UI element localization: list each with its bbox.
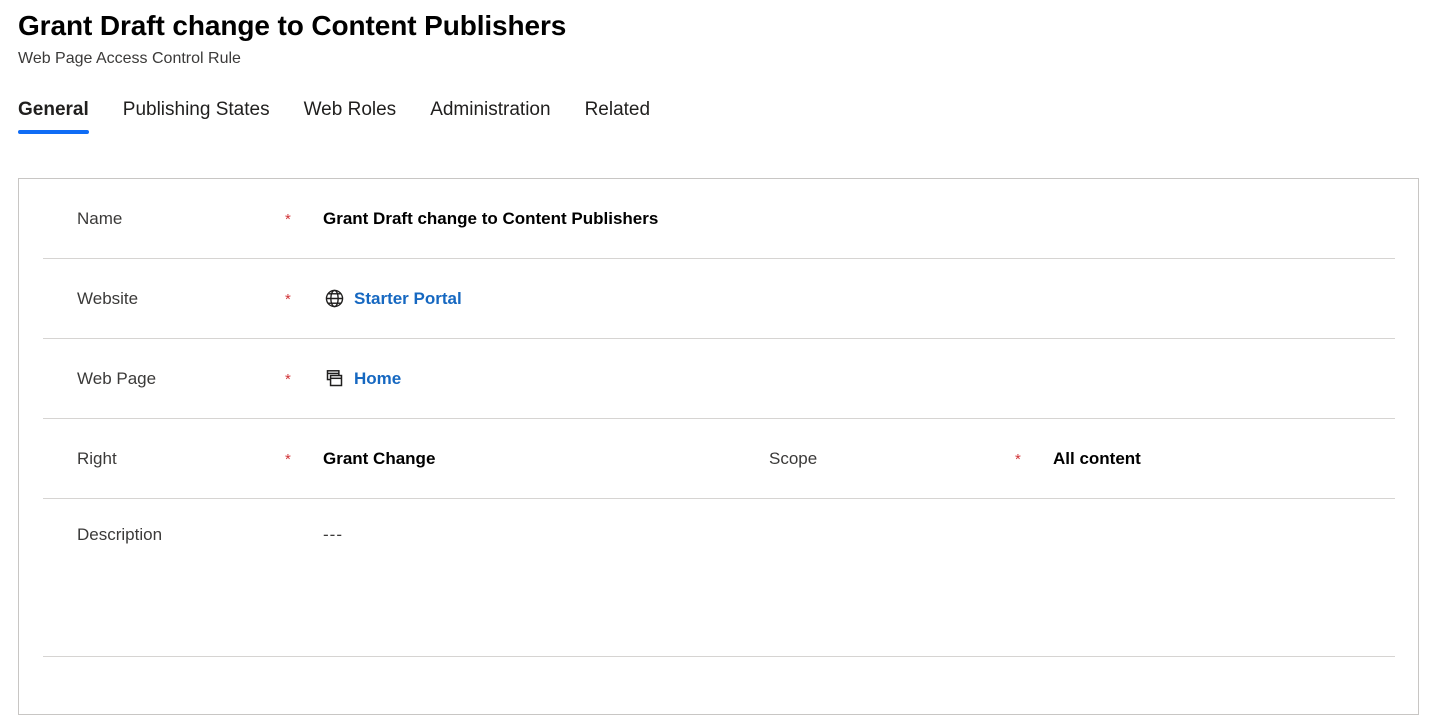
right-label: Right [77,448,117,468]
form-row-description: Description * --- [43,499,1395,657]
scope-required-marker: * [1015,451,1021,468]
globe-icon [323,288,345,310]
tab-bar: General Publishing States Web Roles Admi… [0,94,1439,135]
web-page-label: Web Page [77,368,157,388]
tab-related-label: Related [584,99,651,121]
tab-web-roles-label: Web Roles [303,99,397,121]
form-row-website: Website * Starter Portal [43,259,1395,339]
scope-value[interactable]: All content [1053,449,1141,469]
right-value[interactable]: Grant Change [323,449,435,469]
page-header: Grant Draft change to Content Publishers… [0,0,1439,68]
scope-label: Scope [769,448,818,468]
form-row-name: Name * Grant Draft change to Content Pub… [43,179,1395,259]
form-row-right: Right * Grant Change Scope * All content [43,419,1395,499]
description-value[interactable]: --- [323,525,343,545]
pages-stack-icon [323,368,345,390]
tab-general[interactable]: General [18,97,89,135]
tab-publishing-states-label: Publishing States [122,99,270,121]
web-page-required-marker: * [285,371,291,388]
website-label: Website [77,288,139,308]
description-label: Description [77,525,163,544]
name-value[interactable]: Grant Draft change to Content Publishers [323,209,658,229]
website-value-text: Starter Portal [354,288,462,308]
form-row-scope: Scope * All content [769,419,1141,498]
tab-administration-label: Administration [430,99,551,121]
tab-web-roles[interactable]: Web Roles [304,97,397,134]
general-tab-panel: Name * Grant Draft change to Content Pub… [18,178,1419,715]
page-subtitle: Web Page Access Control Rule [18,50,241,67]
web-page-value-text: Home [354,368,402,388]
tab-general-label: General [18,99,89,121]
right-required-marker: * [285,451,291,468]
form-field-list: Name * Grant Draft change to Content Pub… [19,179,1418,657]
name-required-marker: * [285,211,291,228]
web-page-value[interactable]: Home [323,368,401,390]
tab-administration[interactable]: Administration [430,97,550,134]
name-label: Name [77,208,123,228]
form-row-web-page: Web Page * Home [43,339,1395,419]
website-required-marker: * [285,291,291,308]
tab-publishing-states[interactable]: Publishing States [123,97,270,134]
website-value[interactable]: Starter Portal [323,288,462,310]
page-title: Grant Draft change to Content Publishers [18,10,567,41]
tab-related[interactable]: Related [585,97,651,134]
